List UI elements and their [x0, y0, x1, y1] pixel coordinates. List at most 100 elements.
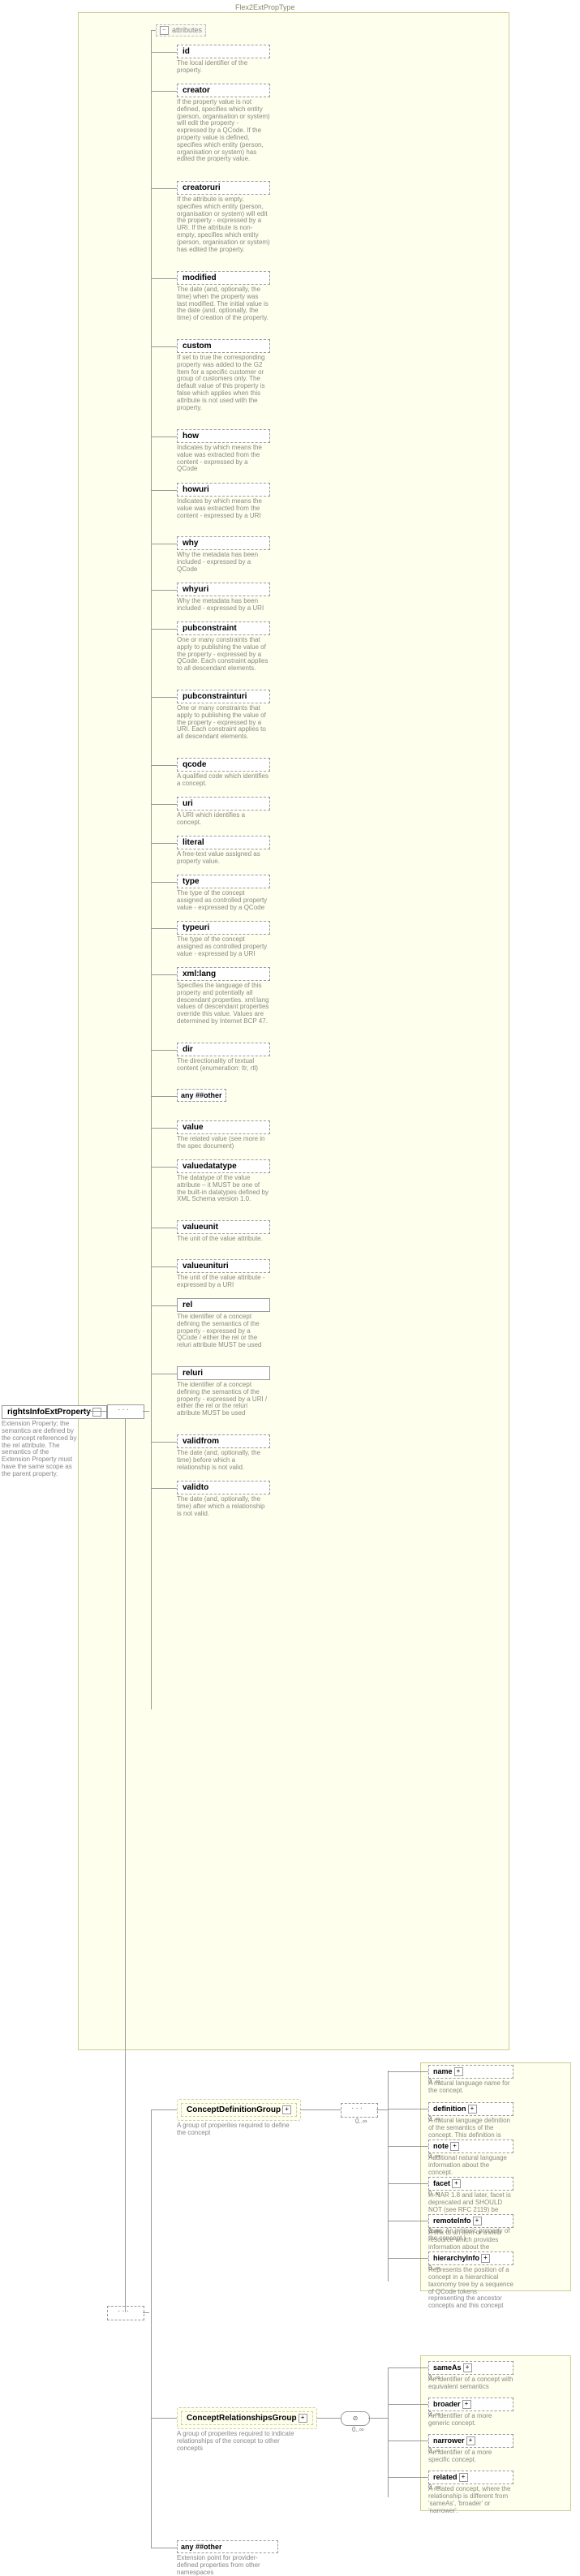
attr-desc: The related value (see more in the spec … [177, 1136, 270, 1150]
expand-icon[interactable]: + [299, 2414, 307, 2423]
child-label: hierarchyInfo [433, 2254, 479, 2262]
attr-desc: The date (and, optionally, the time) bef… [177, 1450, 270, 1471]
child-desc: Represents the position of a concept in … [428, 2267, 513, 2310]
occurrence-indicator: 0..∞ [428, 2264, 440, 2272]
attr-desc: If set to true the corresponding propert… [177, 355, 270, 411]
group1-name: ConceptDefinitionGroup [187, 2105, 281, 2114]
attr-validfrom[interactable]: validfromThe date (and, optionally, the … [177, 1434, 270, 1471]
expand-icon[interactable]: + [450, 2142, 459, 2151]
child-related[interactable]: related+A related concept, where the rel… [428, 2471, 513, 2514]
root-node[interactable]: rightsInfoExtProperty− Extension Propert… [2, 1405, 107, 1478]
root-desc: Extension Property; the semantics are de… [2, 1421, 79, 1477]
attr-desc: Why the metadata has been included - exp… [177, 598, 270, 613]
attr-desc: Indicates by which means the value was e… [177, 498, 270, 519]
attr-typeuri[interactable]: typeuriThe type of the concept assigned … [177, 921, 270, 957]
child-broader[interactable]: broader+An identifier of a more generic … [428, 2398, 513, 2428]
attr-custom[interactable]: customIf set to true the corresponding p… [177, 339, 270, 411]
expand-icon[interactable]: + [481, 2254, 490, 2263]
attr-qcode[interactable]: qcodeA qualified code which identifies a… [177, 758, 270, 788]
expand-icon[interactable]: + [466, 2436, 475, 2445]
attr-modified[interactable]: modifiedThe date (and, optionally, the t… [177, 271, 270, 322]
attr-howuri[interactable]: howuriIndicates by which means the value… [177, 483, 270, 519]
expand-icon[interactable]: + [463, 2363, 472, 2372]
attr-desc: One or many constraints that apply to pu… [177, 637, 270, 673]
attr-desc: Why the metadata has been included - exp… [177, 552, 270, 573]
expand-icon[interactable]: + [454, 2067, 463, 2076]
attr-why[interactable]: whyWhy the metadata has been included - … [177, 536, 270, 573]
attr-desc: The date (and, optionally, the time) whe… [177, 286, 270, 322]
occurrence-indicator: 0..∞ [428, 2227, 440, 2234]
expand-icon[interactable]: + [462, 2400, 471, 2409]
child-desc: Additional natural language information … [428, 2155, 513, 2176]
attr-creatoruri[interactable]: creatoruriIf the attribute is empty, spe… [177, 181, 270, 253]
attr-pubconstrainturi[interactable]: pubconstrainturiOne or many constraints … [177, 690, 270, 741]
attr-any---other[interactable]: any ##other [177, 1089, 226, 1102]
attr-whyuri[interactable]: whyuriWhy the metadata has been included… [177, 583, 270, 613]
attr-how[interactable]: howIndicates by which means the value wa… [177, 429, 270, 473]
child-narrower[interactable]: narrower+ An identifier of a more specifi… [428, 2434, 513, 2464]
attributes-box[interactable]: −attributes [156, 24, 206, 37]
attr-value[interactable]: valueThe related value (see more in the … [177, 1120, 270, 1150]
concept-rel-group-node[interactable]: ConceptRelationshipsGroup+ A group of pr… [177, 2407, 317, 2453]
collapse-icon[interactable]: − [92, 1408, 101, 1417]
root-title: rightsInfoExtProperty [7, 1408, 91, 1417]
child-desc: An identifier of a concept with equivale… [428, 2376, 513, 2391]
child-label: name [433, 2067, 453, 2075]
attr-uri[interactable]: uriA URI which identifies a concept. [177, 797, 270, 827]
attr-type[interactable]: typeThe type of the concept assigned as … [177, 875, 270, 911]
attr-desc: The datatype of the value attribute – it… [177, 1175, 270, 1203]
occurrence-indicator: 0..∞ [428, 2484, 440, 2491]
attr-validto[interactable]: validtoThe date (and, optionally, the ti… [177, 1481, 270, 1517]
child-label: narrower [433, 2436, 465, 2445]
attr-literal[interactable]: literalA free-text value assigned as pro… [177, 836, 270, 866]
attr-pubconstraint[interactable]: pubconstraintOne or many constraints tha… [177, 621, 270, 673]
child-sameAs[interactable]: sameAs+An identifier of a concept with e… [428, 2361, 513, 2391]
attr-valueunituri[interactable]: valueunituriThe unit of the value attrib… [177, 1259, 270, 1289]
attr-desc: Specifies the language of this property … [177, 983, 270, 1026]
child-label: facet [433, 2179, 450, 2187]
occurrence-indicator: 0..∞ [428, 2374, 440, 2381]
attr-creator[interactable]: creatorIf the property value is not defi… [177, 84, 270, 163]
expand-icon[interactable]: + [473, 2217, 482, 2226]
child-note[interactable]: note+ Additional natural language informa… [428, 2139, 513, 2177]
any-other-label: any ##other [181, 2543, 222, 2551]
attr-id[interactable]: idThe local identifier of the property. [177, 45, 270, 75]
expand-icon[interactable]: + [282, 2105, 291, 2114]
any-other-bottom[interactable]: any ##other Extension point for provider… [177, 2540, 278, 2576]
group2-desc: A group of properites required to indica… [177, 2431, 294, 2452]
attr-desc: A free-text value assigned as property v… [177, 851, 270, 866]
attr-desc: The type of the concept assigned as cont… [177, 890, 270, 911]
attr-desc: If the attribute is empty, specifies whi… [177, 196, 270, 253]
occurrence-indicator: 0..∞ [428, 2410, 440, 2418]
child-desc: A natural language name for the concept. [428, 2080, 513, 2095]
any-other-desc: Extension point for provider-defined pro… [177, 2555, 278, 2576]
attr-valuedatatype[interactable]: valuedatatypeThe datatype of the value a… [177, 1159, 270, 1203]
attr-desc: The date (and, optionally, the time) aft… [177, 1496, 270, 1517]
attr-xml-lang[interactable]: xml:langSpecifies the language of this p… [177, 967, 270, 1026]
expand-icon[interactable]: + [452, 2179, 461, 2188]
expand-icon[interactable]: + [459, 2473, 468, 2482]
expand-icon[interactable]: + [468, 2105, 477, 2114]
attr-desc: The identifier of a concept defining the… [177, 1314, 270, 1349]
attr-dir[interactable]: dirThe directionality of textual content… [177, 1043, 270, 1073]
occurrence-indicator: 0..∞ [428, 2152, 440, 2160]
attr-desc: The type of the concept assigned as cont… [177, 936, 270, 957]
attr-desc: The unit of the value attribute - expres… [177, 1275, 270, 1289]
type-label: Flex2ExtPropType [235, 3, 295, 11]
group2-choice: ⊘ [341, 2411, 370, 2426]
child-hierarchyInfo[interactable]: hierarchyInfo+ Represents the position of… [428, 2251, 513, 2310]
child-desc: An identifier of a more generic concept. [428, 2413, 513, 2428]
attr-reluri[interactable]: reluriThe identifier of a concept defini… [177, 1366, 270, 1417]
occurrence-indicator: 0..∞ [355, 2118, 367, 2125]
child-label: note [433, 2142, 449, 2150]
attr-desc: A URI which identifies a concept. [177, 812, 270, 827]
attr-desc: If the property value is not defined, sp… [177, 99, 270, 163]
group2-name: ConceptRelationshipsGroup [187, 2414, 297, 2423]
lower-sequence [107, 2306, 144, 2320]
concept-def-group-node[interactable]: ConceptDefinitionGroup+ A group of prope… [177, 2099, 301, 2137]
occurrence-indicator: 0..∞ [428, 2447, 440, 2454]
attr-valueunit[interactable]: valueunitThe unit of the value attribute… [177, 1220, 270, 1243]
child-desc: An identifier of a more specific concept… [428, 2449, 513, 2464]
attr-rel[interactable]: relThe identifier of a concept defining … [177, 1298, 270, 1349]
child-name[interactable]: name+ A natural language name for the con… [428, 2065, 513, 2095]
